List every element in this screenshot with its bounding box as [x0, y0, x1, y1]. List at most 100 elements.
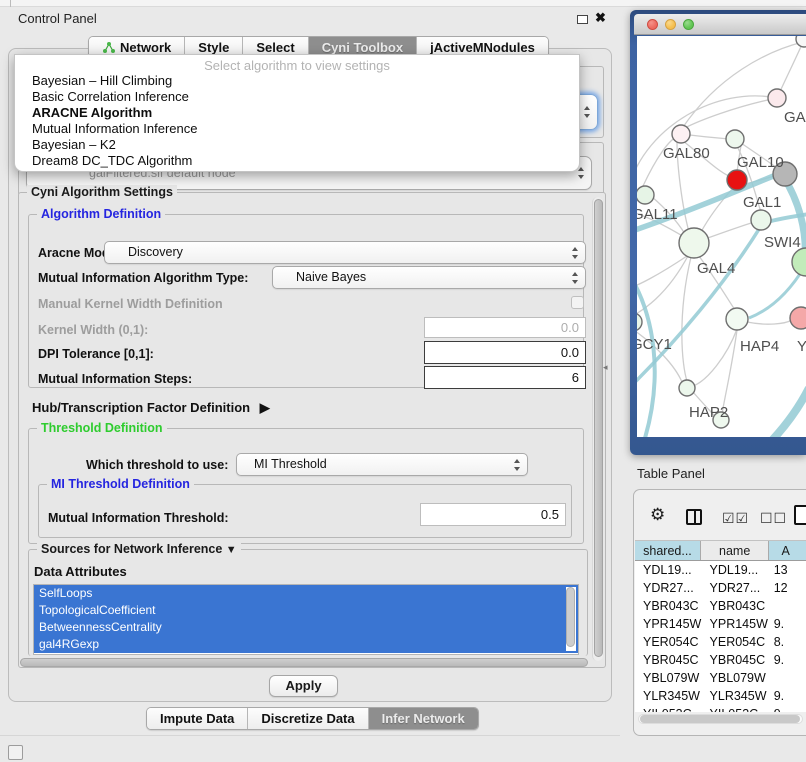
divider-line	[0, 735, 620, 736]
combo-arrows-icon	[584, 106, 591, 118]
apply-button[interactable]: Apply	[269, 675, 338, 697]
table-row[interactable]: YDL19...YDL19...13	[635, 561, 806, 579]
network-canvas[interactable]: GAL GAL80 GAL10 GAL1 GAL11 SWI4 GAL4 GCY…	[637, 36, 806, 437]
mi-threshold-title: MI Threshold Definition	[47, 477, 194, 491]
algorithm-option[interactable]: Bayesian – Hill Climbing	[15, 73, 579, 89]
column-header-shared-name[interactable]: shared...	[635, 541, 701, 560]
mi-type-combo[interactable]: Naive Bayes	[272, 266, 586, 289]
node-label: HAP4	[740, 338, 779, 355]
close-icon[interactable]: ✖	[595, 10, 606, 26]
split-collapse-icon[interactable]: ◂	[603, 362, 608, 373]
data-attributes-label: Data Attributes	[34, 564, 127, 579]
mi-steps-label: Mutual Information Steps:	[38, 372, 192, 386]
network-node-swi4[interactable]	[751, 210, 771, 230]
table-row[interactable]: YLR345WYLR345W9.	[635, 687, 806, 705]
panel-title: Control Panel	[18, 11, 97, 26]
combo-arrows-icon	[514, 459, 521, 471]
settings-horizontal-scrollbar[interactable]	[20, 658, 590, 667]
function-builder-icon[interactable]	[794, 505, 806, 525]
tab-discretize-data[interactable]: Discretize Data	[248, 708, 368, 729]
which-threshold-label: Which threshold to use:	[86, 458, 228, 472]
table-horizontal-scrollbar[interactable]	[638, 714, 803, 724]
algorithm-option-selected[interactable]: ARACNE Algorithm	[15, 105, 579, 121]
column-header-name[interactable]: name	[701, 541, 770, 560]
network-node-gal1[interactable]	[727, 170, 747, 190]
node-label: GAL10	[737, 154, 784, 171]
combo-arrows-icon	[578, 167, 585, 179]
bottom-tabs: Impute Data Discretize Data Infer Networ…	[146, 707, 479, 730]
network-node-gal4[interactable]	[679, 228, 709, 258]
combo-arrows-icon	[572, 247, 579, 259]
network-node-gcy1[interactable]	[637, 313, 642, 331]
node-label: GCY1	[637, 336, 672, 353]
dpi-tolerance-label: DPI Tolerance [0,1]:	[38, 347, 154, 361]
table-row[interactable]: YIL053CYIL053C9	[635, 705, 806, 712]
zoom-traffic-light[interactable]	[683, 19, 694, 30]
node-label: GAL80	[663, 145, 710, 162]
column-header-clipped[interactable]: A	[769, 541, 806, 560]
table-row[interactable]: YBR045CYBR045C9.	[635, 651, 806, 669]
kernel-width-input[interactable]	[424, 317, 586, 338]
columns-icon[interactable]	[686, 509, 702, 525]
list-item[interactable]: SelfLoops	[34, 585, 578, 602]
float-panel-icon[interactable]	[8, 745, 23, 760]
node-label: GAL1	[743, 194, 781, 211]
float-window-icon[interactable]	[577, 15, 588, 24]
minimize-traffic-light[interactable]	[665, 19, 676, 30]
network-node-hap4[interactable]	[726, 308, 748, 330]
table-row[interactable]: YDR27...YDR27...12	[635, 579, 806, 597]
mi-type-label: Mutual Information Algorithm Type:	[38, 271, 248, 285]
top-tick	[10, 0, 11, 7]
algorithm-option[interactable]: Mutual Information Inference	[15, 121, 579, 137]
table-row[interactable]: YBR043CYBR043C	[635, 597, 806, 615]
table-row[interactable]: YPR145WYPR145W9.	[635, 615, 806, 633]
close-traffic-light[interactable]	[647, 19, 658, 30]
table-row[interactable]: YBL079WYBL079W	[635, 669, 806, 687]
table-header: shared... name A	[635, 540, 806, 561]
table-body[interactable]: YDL19...YDL19...13 YDR27...YDR27...12 YB…	[635, 561, 806, 712]
tab-infer-network[interactable]: Infer Network	[369, 708, 478, 729]
network-graph[interactable]: GAL GAL80 GAL10 GAL1 GAL11 SWI4 GAL4 GCY…	[637, 36, 806, 437]
data-attributes-list[interactable]: SelfLoops TopologicalCoefficient Between…	[33, 584, 579, 655]
list-item[interactable]: BetweennessCentrality	[34, 619, 578, 636]
algorithm-definition-title: Algorithm Definition	[37, 207, 165, 221]
mi-threshold-input[interactable]	[420, 503, 566, 526]
collapse-down-icon[interactable]: ▼	[226, 544, 237, 556]
node-label: Y	[797, 338, 806, 355]
network-node[interactable]	[792, 248, 806, 276]
network-node-hap2[interactable]	[679, 380, 695, 396]
algorithm-option[interactable]: Basic Correlation Inference	[15, 89, 579, 105]
node-label: HAP2	[689, 404, 728, 421]
network-node-gal11[interactable]	[637, 186, 654, 204]
gear-icon[interactable]: ⚙	[650, 505, 665, 525]
settings-vertical-scrollbar[interactable]	[592, 197, 603, 661]
algorithm-option[interactable]: Bayesian – K2	[15, 137, 579, 153]
network-node[interactable]	[790, 307, 806, 329]
mi-threshold-label: Mutual Information Threshold:	[48, 511, 229, 525]
select-all-columns-icon[interactable]: ☑☑	[722, 510, 749, 527]
list-item[interactable]: TopologicalCoefficient	[34, 602, 578, 619]
manual-kernel-label: Manual Kernel Width Definition	[38, 297, 223, 311]
network-node[interactable]	[768, 89, 786, 107]
network-node-gal10[interactable]	[726, 130, 744, 148]
algorithm-option[interactable]: Dream8 DC_TDC Algorithm	[15, 153, 579, 169]
top-strip	[0, 0, 806, 7]
network-window-titlebar[interactable]	[634, 14, 806, 35]
hub-definition-toggle[interactable]: Hub/Transcription Factor Definition ▶	[32, 400, 270, 416]
threshold-definition-title: Threshold Definition	[37, 421, 167, 435]
dpi-tolerance-input[interactable]	[424, 341, 586, 364]
list-item[interactable]: gal4RGexp	[34, 636, 578, 653]
deselect-all-columns-icon[interactable]: ☐☐	[760, 510, 787, 527]
mi-steps-input[interactable]	[424, 366, 586, 389]
tab-impute-data[interactable]: Impute Data	[147, 708, 248, 729]
network-node[interactable]	[796, 36, 806, 47]
aracne-mode-combo[interactable]: Discovery	[104, 241, 586, 264]
expand-right-icon[interactable]: ▶	[260, 400, 270, 415]
table-row[interactable]: YER054CYER054C8.	[635, 633, 806, 651]
manual-kernel-checkbox[interactable]	[571, 296, 584, 309]
which-threshold-combo[interactable]: MI Threshold	[236, 453, 528, 476]
network-node-gal80[interactable]	[672, 125, 690, 143]
list-vertical-scrollbar[interactable]	[566, 587, 576, 651]
kernel-width-label: Kernel Width (0,1):	[38, 323, 148, 337]
table-panel-title: Table Panel	[637, 466, 705, 481]
